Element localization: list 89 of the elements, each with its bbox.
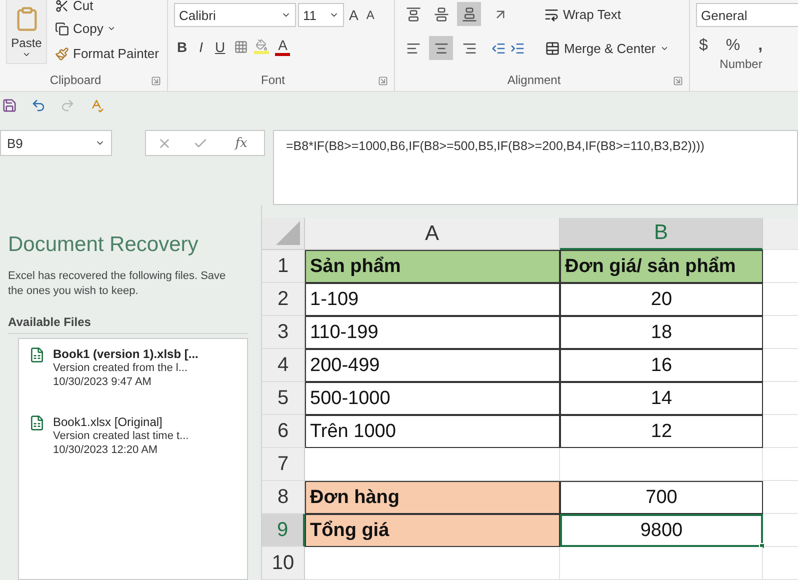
currency-button[interactable]: $ [696,37,711,55]
font-size-field[interactable]: 11 [298,3,344,27]
align-lines-icon [406,6,420,22]
comma-button[interactable]: , [755,37,766,55]
number-format-field[interactable]: General [696,3,798,27]
row-header[interactable]: 5 [262,382,305,415]
align-center-button[interactable] [429,36,453,60]
copy-button[interactable]: Copy [53,21,161,36]
spreadsheet-icon [29,347,45,363]
align-lines-icon [434,6,448,22]
column-header[interactable]: B [560,218,763,250]
decrease-indent-icon[interactable] [491,40,506,56]
pane-description: Excel has recovered the following files. Save the ones you wish to keep. [8,269,227,299]
cut-button[interactable]: Cut [53,0,161,13]
shrink-font-button[interactable]: A [363,8,378,22]
wrap-text-button[interactable]: Wrap Text [542,6,624,22]
underline-button[interactable]: U [212,38,228,54]
file-description: Version created from the l... [53,361,189,375]
table-cell: 18 [560,316,763,349]
row-header[interactable]: 3 [262,316,305,349]
align-lines-icon [462,40,476,56]
paste-button[interactable]: Paste [6,0,48,64]
scissors-icon [55,0,70,12]
undo-icon[interactable] [31,98,46,112]
italic-button[interactable]: I [196,38,206,54]
file-description: Version created last time t... [53,429,189,443]
merge-center-button[interactable]: Merge & Center [543,40,671,56]
percent-button[interactable]: % [722,37,744,55]
group-label: Clipboard [48,72,102,89]
increase-indent-icon[interactable] [510,40,525,56]
row-header[interactable]: 7 [262,448,305,481]
grow-font-button[interactable]: A [346,7,362,23]
formula-field[interactable]: =B8*IF(B8>=1000,B6,IF(B8>=500,B5,IF(B8>=200,B4,IF(B8>=110,B3,B2)))) [273,130,798,205]
table-cell: 500-1000 [305,382,560,415]
row-header[interactable]: 6 [262,415,305,448]
copy-icon [55,22,70,36]
table-cell: 200-499 [305,349,560,382]
table-cell: Trên 1000 [305,415,560,448]
row-header[interactable]: 1 [262,250,305,283]
dialog-launcher-icon[interactable] [378,76,388,86]
align-lines-icon [406,40,420,56]
merge-icon [545,40,560,56]
spreadsheet-icon [29,415,45,431]
file-name[interactable]: Book1 (version 1).xlsb [... [53,347,198,361]
dialog-launcher-icon[interactable] [673,76,683,86]
paintbrush-icon [55,46,70,60]
table-cell: 1-109 [305,283,560,316]
table-cell: Tổng giá [305,514,560,547]
format-painter-button[interactable]: Format Painter [53,46,161,61]
dialog-launcher-icon[interactable] [151,76,161,86]
file-name[interactable]: Book1.xlsx [Original] [53,415,189,429]
row-header[interactable]: 10 [262,547,305,580]
insert-function-button[interactable]: fx [229,134,254,152]
fill-color-icon[interactable] [254,39,270,54]
table-cell: Sản phẩm [305,250,560,283]
table-cell: 12 [560,415,763,448]
table-cell: 14 [560,382,763,415]
file-time: 10/30/2023 9:47 AM [53,375,152,389]
table-cell: 9800 [560,514,763,547]
group-label: Number [718,56,764,73]
group-label: Alignment [506,72,562,89]
section-heading: Available Files [8,315,248,334]
group-label: Font [260,72,286,89]
table-cell: 110-199 [305,316,560,349]
font-name-field[interactable]: Calibri [174,3,296,27]
table-cell: 700 [560,481,763,514]
row-header[interactable]: 4 [262,349,305,382]
wrap-text-icon [544,6,559,22]
font-color-button[interactable]: A [275,37,290,56]
column-header[interactable]: A [305,218,560,250]
file-time: 10/30/2023 12:20 AM [53,443,159,457]
table-cell: Đơn giá/ sản phẩm [560,250,763,283]
spell-check-icon[interactable] [89,98,104,112]
table-cell: 16 [560,349,763,382]
bottom-align-icon[interactable] [457,2,481,26]
row-header[interactable]: 2 [262,283,305,316]
table-cell: 20 [560,283,763,316]
table-cell: Đơn hàng [305,481,560,514]
caret-icon [22,50,31,59]
align-lines-icon [434,40,448,56]
caret-icon [107,24,116,33]
name-box[interactable]: B9 [0,130,112,156]
row-header[interactable]: 8 [262,481,305,514]
bold-button[interactable]: B [174,38,190,54]
save-icon[interactable] [2,98,17,112]
row-header[interactable]: 9 [262,514,305,547]
borders-icon[interactable] [234,40,248,54]
align-lines-icon [462,6,476,22]
pane-title: Document Recovery [8,233,200,257]
